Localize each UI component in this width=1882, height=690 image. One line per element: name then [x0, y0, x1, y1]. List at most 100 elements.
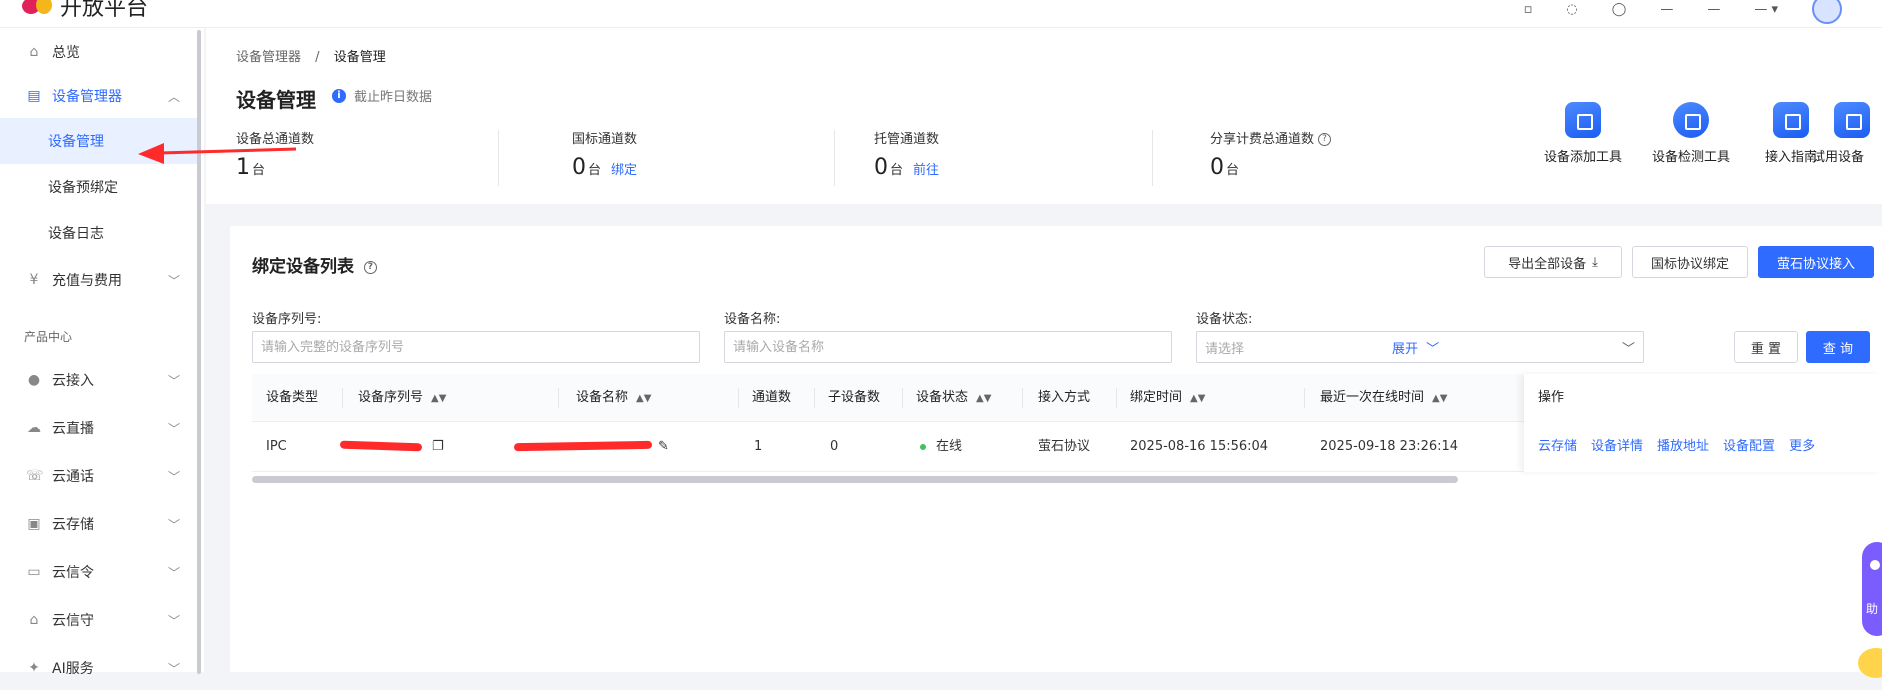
device-icon: ▤	[27, 88, 41, 104]
breadcrumb-separator: /	[315, 50, 320, 65]
goto-link[interactable]: 前往	[913, 163, 939, 178]
chevron-down-icon: ﹀	[167, 613, 180, 628]
sidebar-scrollbar[interactable]	[197, 30, 201, 674]
sidebar-item-cloud-storage[interactable]: ▣ 云存储 ﹀	[0, 502, 198, 546]
serial-redaction-mark	[339, 440, 423, 452]
device-add-tool-icon	[1565, 102, 1601, 138]
sidebar-item-billing[interactable]: ¥ 充值与费用 ﹀	[0, 258, 198, 302]
status-label: 设备状态:	[1196, 312, 1253, 327]
docs-icon[interactable]: —	[1707, 2, 1720, 17]
yen-icon: ¥	[29, 272, 39, 288]
chevron-down-icon: ﹀	[167, 273, 180, 288]
sidebar-item-label: 设备日志	[48, 226, 104, 242]
tool-label: 设备添加工具	[1543, 150, 1622, 165]
sidebar-item-cloud-guard[interactable]: ⌂ 云信守 ﹀	[0, 598, 198, 642]
serial-label: 设备序列号:	[252, 312, 322, 327]
column-divider	[738, 388, 739, 408]
row-actions: 云存储 设备详情 播放地址 设备配置 更多	[1538, 422, 1829, 472]
sidebar-item-cloud-signal[interactable]: ▭ 云信令 ﹀	[0, 550, 198, 594]
sidebar-item-cloud-access[interactable]: ● 云接入 ﹀	[0, 358, 198, 402]
col-status[interactable]: 设备状态 ▲▼	[916, 374, 991, 422]
action-cloud-storage[interactable]: 云存储	[1538, 439, 1577, 454]
name-input[interactable]	[724, 331, 1172, 363]
tool-trial-device[interactable]: 试用设备	[1812, 102, 1882, 165]
action-more[interactable]: 更多	[1789, 439, 1815, 454]
shield-icon: ●	[27, 372, 41, 388]
gb-bind-button[interactable]: 国标协议绑定	[1632, 246, 1748, 278]
stat-unit: 台	[252, 163, 266, 178]
assistant-bot[interactable]: 助	[1862, 542, 1882, 636]
action-play-url[interactable]: 播放地址	[1657, 439, 1709, 454]
house-icon: ⌂	[29, 612, 39, 628]
ai-icon: ✦	[28, 660, 40, 676]
sort-icon: ▲▼	[976, 393, 992, 404]
column-label: 绑定时间	[1130, 390, 1183, 405]
bind-link[interactable]: 绑定	[611, 163, 637, 178]
col-last-online[interactable]: 最近一次在线时间 ▲▼	[1320, 374, 1447, 422]
reset-button[interactable]: 重 置	[1734, 331, 1798, 363]
sidebar-item-label: 云信令	[52, 565, 94, 581]
sidebar-item-label: 充值与费用	[52, 273, 122, 289]
column-divider	[1304, 388, 1305, 408]
chevron-down-icon: ﹀	[167, 469, 180, 484]
guide-icon	[1773, 102, 1809, 138]
sidebar-subitem-device-management[interactable]: 设备管理	[0, 118, 198, 164]
ezviz-access-button[interactable]: 萤石协议接入	[1758, 246, 1874, 278]
sidebar-item-label: 设备管理器	[52, 89, 122, 105]
list-title-text: 绑定设备列表	[252, 257, 354, 277]
export-all-button[interactable]: 导出全部设备 ⤓	[1484, 246, 1622, 278]
stat-divider	[498, 130, 499, 186]
more-icon[interactable]: — ▾	[1754, 2, 1778, 17]
copy-icon[interactable]: ❐	[432, 422, 444, 472]
chevron-down-icon: ﹀	[1621, 341, 1635, 357]
col-access: 接入方式	[1038, 390, 1091, 405]
sidebar-item-label: 总览	[52, 45, 80, 61]
stat-label: 国标通道数	[572, 132, 638, 147]
select-placeholder: 请选择	[1205, 341, 1245, 357]
sidebar-item-cloud-live[interactable]: ☁ 云直播 ﹀	[0, 406, 198, 450]
stat-shared-channels: 分享计费总通道数? 0台	[1210, 128, 1510, 180]
col-name[interactable]: 设备名称 ▲▼	[576, 374, 651, 422]
sidebar-item-device-manager[interactable]: ▤ 设备管理器 ︿	[0, 74, 198, 118]
breadcrumb-parent[interactable]: 设备管理器	[236, 50, 301, 65]
col-serial[interactable]: 设备序列号 ▲▼	[358, 374, 446, 422]
bell-icon[interactable]: ◌	[1566, 2, 1577, 17]
action-device-config[interactable]: 设备配置	[1723, 439, 1775, 454]
cell-access: 萤石协议	[1038, 439, 1091, 454]
tool-device-check[interactable]: 设备检测工具	[1636, 102, 1746, 165]
avatar[interactable]	[1812, 0, 1842, 24]
bot-label-fragment: 助	[1866, 602, 1879, 616]
question-icon[interactable]: ?	[363, 260, 377, 274]
edit-icon[interactable]: ✎	[658, 422, 669, 472]
sidebar-subitem-device-log[interactable]: 设备日志	[0, 210, 198, 256]
tool-device-add[interactable]: 设备添加工具	[1528, 102, 1638, 165]
column-divider	[558, 388, 559, 408]
cloud-icon: ☁	[27, 420, 41, 436]
sidebar-item-ai-service[interactable]: ✦ AI服务 ﹀	[0, 646, 198, 690]
column-label: 最近一次在线时间	[1320, 390, 1425, 405]
help-icon[interactable]: ◯	[1612, 2, 1627, 17]
stat-gb-channels: 国标通道数 0 台绑定	[572, 128, 872, 180]
col-bind-time[interactable]: 绑定时间 ▲▼	[1130, 374, 1205, 422]
serial-input[interactable]	[252, 331, 700, 363]
cell-channels: 1	[754, 439, 763, 454]
online-dot-icon	[920, 443, 926, 450]
info-icon: i	[332, 88, 346, 103]
logo[interactable]: 开放平台	[22, 0, 148, 22]
toolbar-icon[interactable]: ▫	[1524, 2, 1533, 17]
sidebar-item-overview[interactable]: ⌂ 总览	[0, 30, 198, 74]
action-device-detail[interactable]: 设备详情	[1591, 439, 1643, 454]
table-horizontal-scrollbar[interactable]	[252, 476, 1458, 483]
sidebar-subitem-device-prebind[interactable]: 设备预绑定	[0, 164, 198, 210]
floating-badge-icon[interactable]	[1858, 648, 1882, 678]
menu-icon[interactable]: —	[1660, 2, 1673, 17]
column-divider	[342, 388, 343, 408]
main-content: 设备管理器 / 设备管理 设备管理 i 截止昨日数据 设备总通道数 1台 国标通…	[206, 28, 1882, 672]
data-note: i 截止昨日数据	[332, 86, 432, 105]
sidebar-item-cloud-call[interactable]: ☏ 云通话 ﹀	[0, 454, 198, 498]
expand-filters[interactable]: 展开 ﹀	[1392, 338, 1439, 357]
query-button[interactable]: 查 询	[1806, 331, 1870, 363]
stat-label: 托管通道数	[874, 132, 940, 147]
question-icon[interactable]: ?	[1318, 133, 1332, 146]
stat-unit: 台	[890, 163, 904, 178]
